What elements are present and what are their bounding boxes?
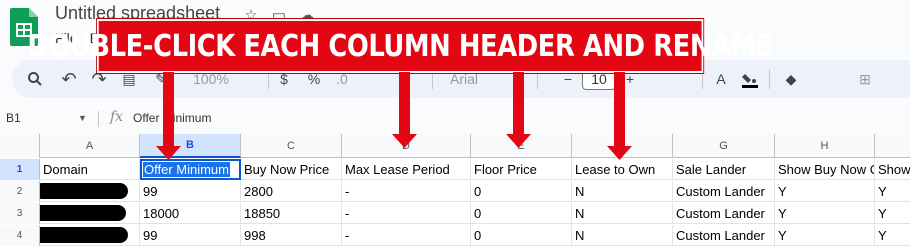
cell[interactable]: - bbox=[342, 181, 471, 202]
cell[interactable]: Y bbox=[875, 203, 910, 224]
cell[interactable]: 99 bbox=[140, 225, 241, 246]
fill-bucket-icon[interactable]: ◆ bbox=[778, 60, 804, 98]
cell[interactable]: Y bbox=[775, 181, 875, 202]
cell[interactable]: - bbox=[342, 203, 471, 224]
name-box-dropdown-icon[interactable]: ▼ bbox=[78, 113, 87, 123]
redaction-bar bbox=[40, 205, 126, 221]
text-color-icon[interactable]: A bbox=[708, 60, 734, 98]
cell[interactable]: Y bbox=[775, 203, 875, 224]
formula-input[interactable]: Offer Minimum bbox=[133, 111, 211, 125]
row-header[interactable]: 1 bbox=[0, 159, 40, 180]
merge-cells-icon[interactable]: ⊞ bbox=[852, 60, 878, 98]
column-header-d[interactable]: D bbox=[342, 134, 471, 158]
cell[interactable]: Floor Price bbox=[471, 159, 572, 180]
cell[interactable]: N bbox=[572, 181, 673, 202]
cell[interactable]: 2800 bbox=[241, 181, 342, 202]
cell[interactable]: N bbox=[572, 203, 673, 224]
cell[interactable]: Lease to Own bbox=[572, 159, 673, 180]
cell[interactable]: Sale Lander bbox=[673, 159, 775, 180]
select-all-corner[interactable] bbox=[0, 134, 40, 158]
table-row: 3 18000 18850 - 0 N Custom Lander Y Y bbox=[0, 203, 910, 224]
cell[interactable]: 0 bbox=[471, 225, 572, 246]
cell[interactable]: N bbox=[572, 225, 673, 246]
column-header-c[interactable]: C bbox=[241, 134, 342, 158]
column-header-b[interactable]: B bbox=[140, 134, 241, 158]
cell[interactable]: Y bbox=[875, 225, 910, 246]
table-row: 2 99 2800 - 0 N Custom Lander Y Y bbox=[0, 181, 910, 202]
instruction-banner: DOUBLE-CLICK EACH COLUMN HEADER AND RENA… bbox=[27, 19, 773, 73]
column-header-h[interactable]: H bbox=[775, 134, 875, 158]
cell[interactable]: - bbox=[342, 225, 471, 246]
row-header[interactable]: 2 bbox=[0, 181, 40, 202]
cell[interactable]: Y bbox=[775, 225, 875, 246]
redaction-bar bbox=[40, 183, 128, 199]
redaction-bar bbox=[40, 227, 128, 243]
cell[interactable]: Y bbox=[875, 181, 910, 202]
cell-redacted[interactable] bbox=[40, 181, 140, 202]
cell[interactable]: 998 bbox=[241, 225, 342, 246]
spreadsheet-window: Untitled spreadsheet ☆ ▭ ☁ File E ↶ ↷ ▤ … bbox=[0, 0, 910, 246]
cell[interactable]: Custom Lander bbox=[673, 203, 775, 224]
cell[interactable]: 18850 bbox=[241, 203, 342, 224]
cell[interactable]: 0 bbox=[471, 181, 572, 202]
cell-redacted[interactable] bbox=[40, 225, 140, 246]
cell[interactable]: Custom Lander bbox=[673, 225, 775, 246]
column-header-e[interactable]: E bbox=[471, 134, 572, 158]
column-header-g[interactable]: G bbox=[673, 134, 775, 158]
table-row: 1 Domain Offer Minimum Buy Now Price Max… bbox=[0, 159, 910, 180]
selected-cell-text: Offer Minimum bbox=[143, 162, 230, 177]
sheet-grid: A B C D E F G H 1 Domain Offer Minimum B… bbox=[0, 134, 910, 246]
cell[interactable]: 0 bbox=[471, 203, 572, 224]
row-header[interactable]: 4 bbox=[0, 225, 40, 246]
undo-icon[interactable]: ↶ bbox=[56, 60, 82, 98]
column-header-row: A B C D E F G H bbox=[0, 134, 910, 158]
cell[interactable]: Show bbox=[875, 159, 910, 180]
cell[interactable]: Custom Lander bbox=[673, 181, 775, 202]
cell-redacted[interactable] bbox=[40, 203, 140, 224]
formula-bar: B1 ▼ fx Offer Minimum bbox=[0, 108, 910, 130]
name-box[interactable]: B1 bbox=[6, 111, 21, 125]
column-header-a[interactable]: A bbox=[40, 134, 140, 158]
active-cell[interactable]: Offer Minimum bbox=[140, 159, 241, 180]
row-header[interactable]: 3 bbox=[0, 203, 40, 224]
fill-color-icon[interactable] bbox=[737, 60, 763, 98]
cell[interactable]: Buy Now Price bbox=[241, 159, 342, 180]
fx-icon: fx bbox=[110, 109, 124, 125]
search-menus-icon[interactable] bbox=[22, 60, 48, 98]
column-header-f[interactable]: F bbox=[572, 134, 673, 158]
cell[interactable]: Domain bbox=[40, 159, 140, 180]
table-row: 4 99 998 - 0 N Custom Lander Y Y bbox=[0, 225, 910, 246]
cell[interactable]: Show Buy Now C bbox=[775, 159, 875, 180]
cell[interactable]: 99 bbox=[140, 181, 241, 202]
cell[interactable]: Max Lease Period bbox=[342, 159, 471, 180]
cell[interactable]: 18000 bbox=[140, 203, 241, 224]
